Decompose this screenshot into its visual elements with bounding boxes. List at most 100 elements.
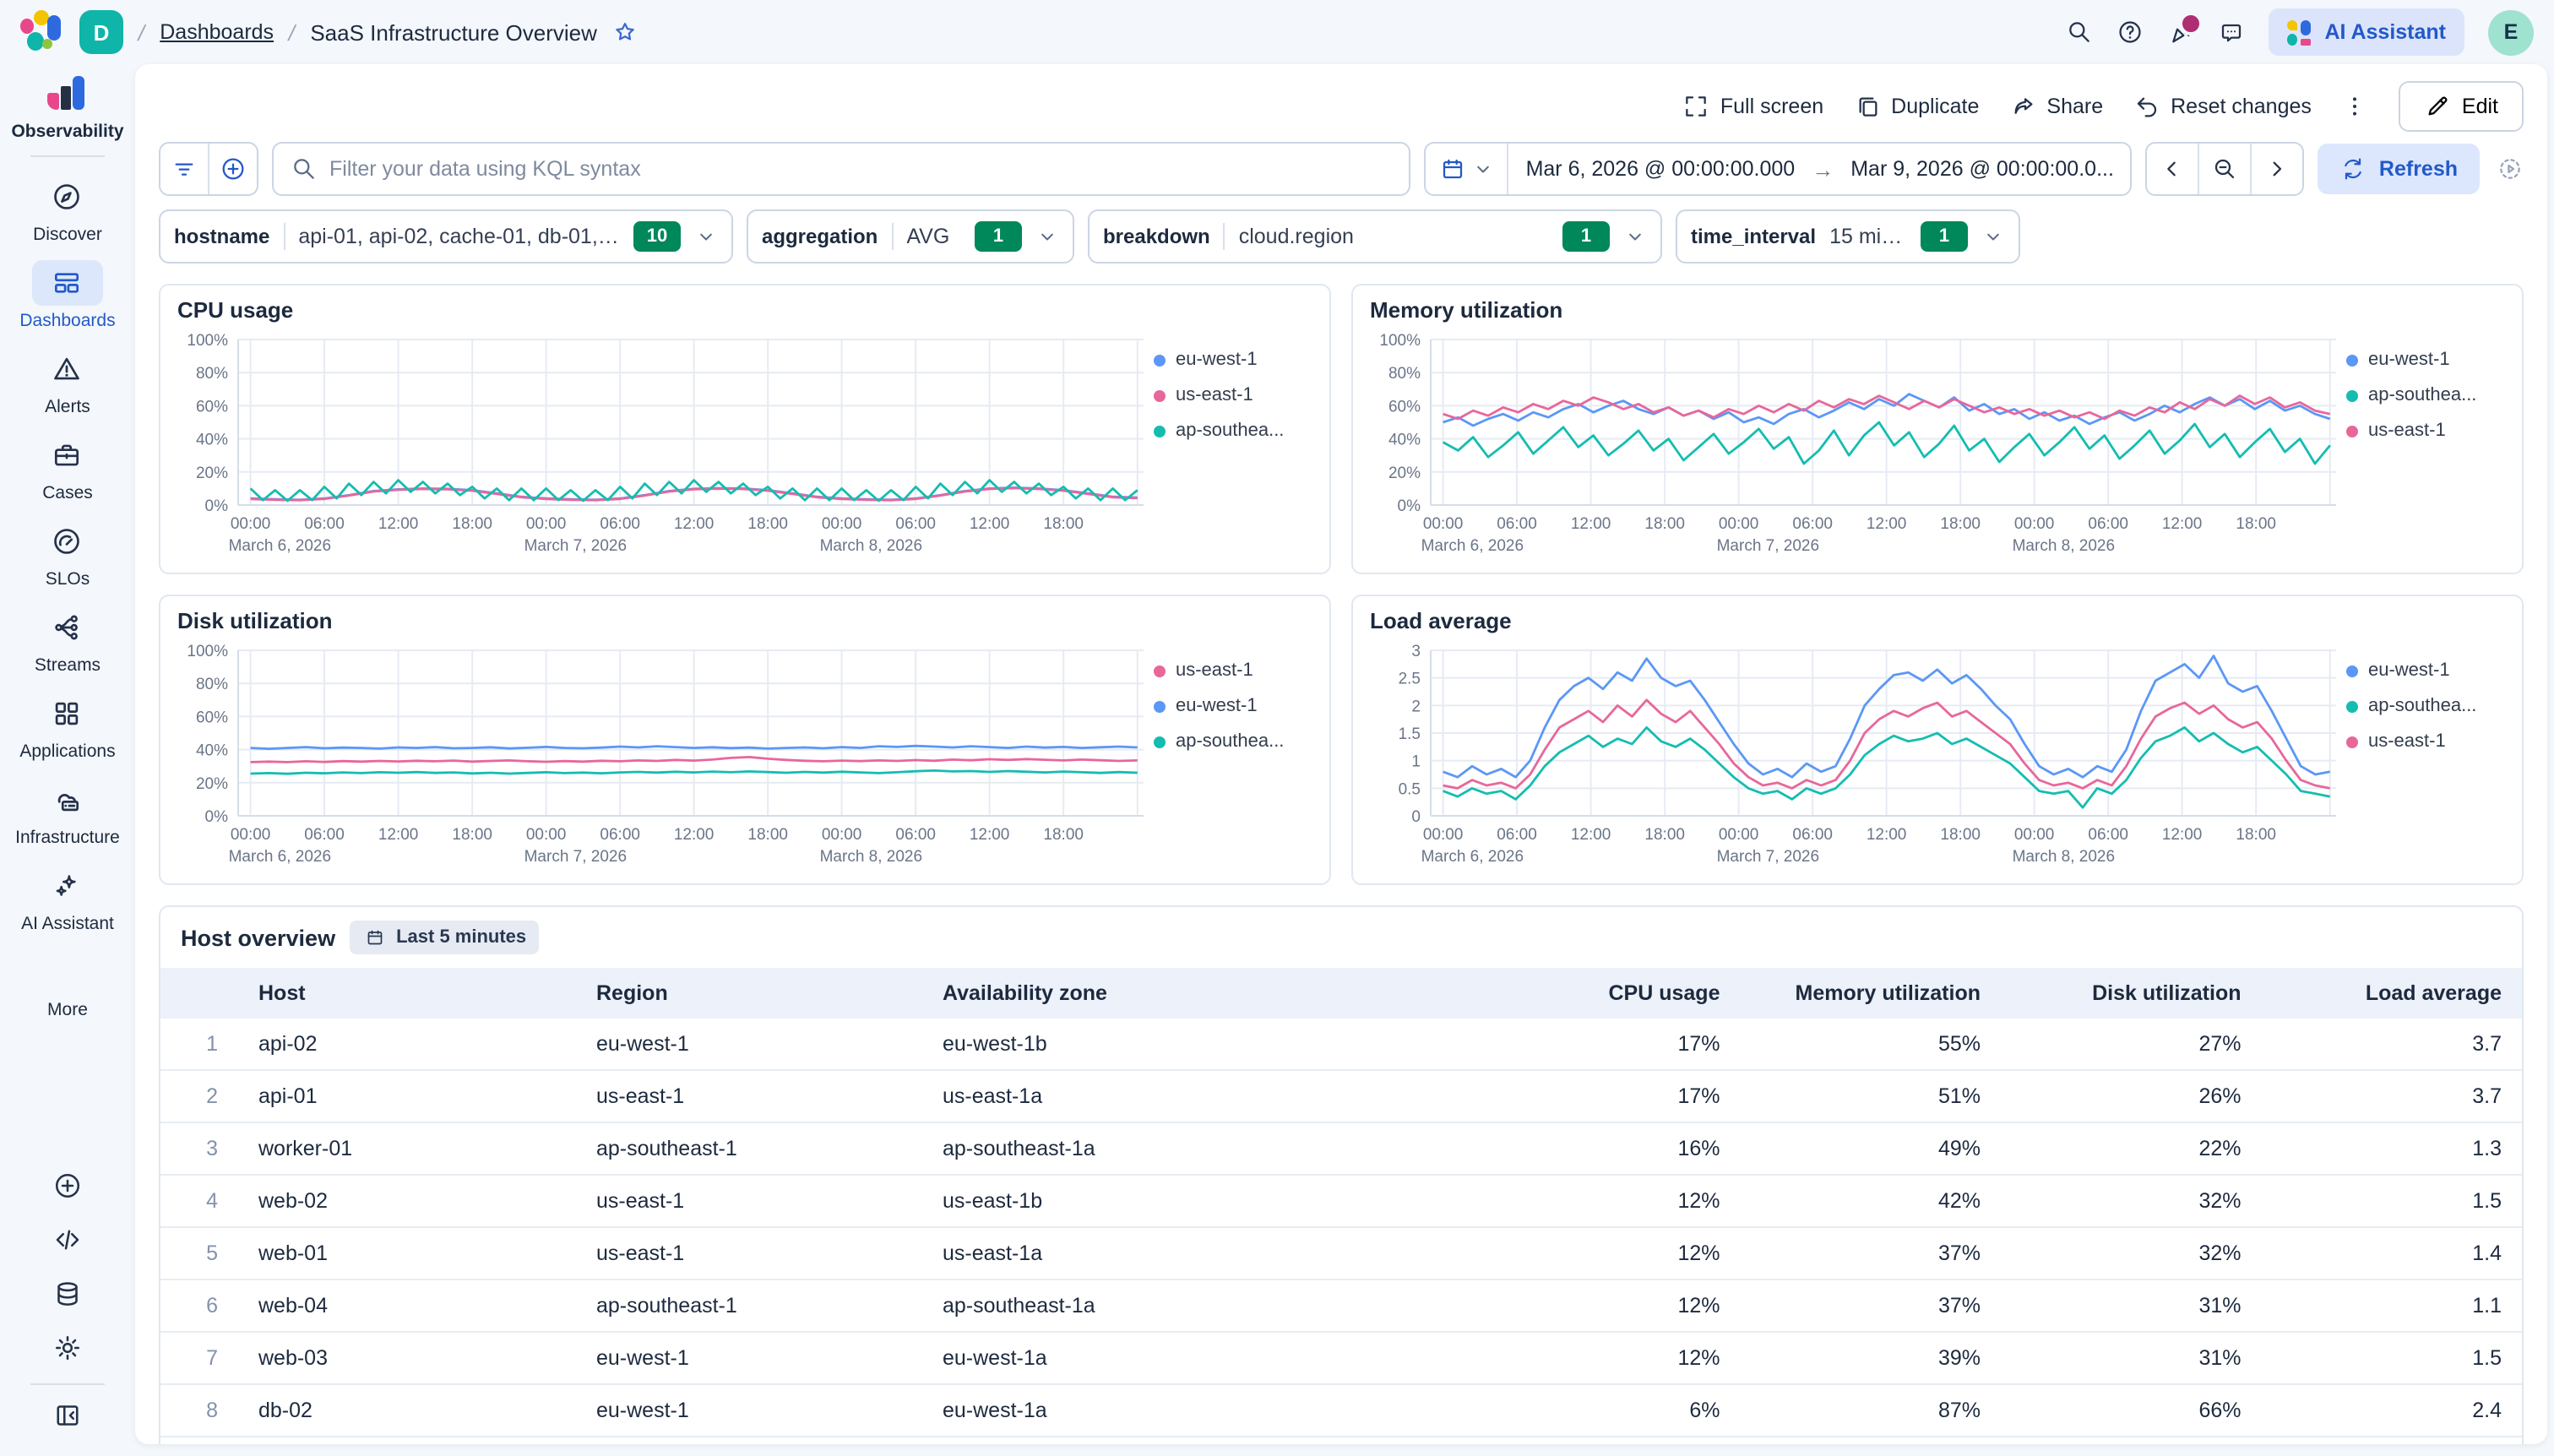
cell: 55% <box>1741 1019 2002 1070</box>
legend-dot <box>1154 389 1166 401</box>
sidebar-item-infrastructure[interactable]: Infrastructure <box>15 777 120 848</box>
table-row[interactable]: 1api-02eu-west-1eu-west-1b17%55%27%3.7 <box>160 1019 2522 1070</box>
user-avatar[interactable]: E <box>2488 9 2534 55</box>
news-icon[interactable] <box>2167 19 2194 46</box>
time-prev-icon[interactable] <box>2148 144 2198 194</box>
sidebar-item-slos[interactable]: SLOs <box>15 519 120 589</box>
breadcrumb-dashboards-link[interactable]: Dashboards <box>160 20 274 44</box>
favorite-star-icon[interactable] <box>612 19 639 46</box>
space-avatar[interactable]: D <box>79 10 123 54</box>
table-row[interactable]: 4web-02us-east-1us-east-1b12%42%32%1.5 <box>160 1175 2522 1227</box>
sidebar-item-cases[interactable]: Cases <box>15 432 120 503</box>
table-row[interactable]: 6web-04ap-southeast-1ap-southeast-1a12%3… <box>160 1279 2522 1332</box>
table-row[interactable]: 5web-01us-east-1us-east-1a12%37%32%1.4 <box>160 1227 2522 1279</box>
legend-item[interactable]: eu-west-1 <box>1154 696 1309 716</box>
cell: 1.5 <box>2262 1175 2523 1227</box>
sidebar-item-more[interactable]: More <box>15 949 120 1020</box>
disk-utilization-chart[interactable]: 0%20%40%60%80%100%00:0006:0012:0018:0000… <box>177 640 1312 880</box>
calendar-menu-button[interactable] <box>1440 155 1508 182</box>
cpu-usage-chart[interactable]: 0%20%40%60%80%100%00:0006:0012:0018:0000… <box>177 329 1312 569</box>
charts-grid: CPU usage 0%20%40%60%80%100%00:0006:0012… <box>159 284 2524 885</box>
ai-assistant-button[interactable]: AI Assistant <box>2269 8 2464 56</box>
control-breakdown[interactable]: breakdown cloud.region 1 <box>1088 209 1662 263</box>
refresh-button[interactable]: Refresh <box>2318 144 2480 194</box>
sidebar-item-discover[interactable]: Discover <box>15 174 120 245</box>
memory-utilization-chart[interactable]: 0%20%40%60%80%100%00:0006:0012:0018:0000… <box>1370 329 2505 569</box>
svg-text:06:00: 06:00 <box>895 515 936 533</box>
legend-item[interactable]: us-east-1 <box>2346 421 2502 441</box>
sidebar-divider <box>30 155 105 157</box>
load-average-chart[interactable]: 00.511.522.5300:0006:0012:0018:0000:0006… <box>1370 640 2505 880</box>
legend-dot <box>2346 354 2358 366</box>
time-zoom-out-icon[interactable] <box>2198 144 2251 194</box>
edit-label: Edit <box>2462 95 2498 118</box>
auto-refresh-icon[interactable] <box>2497 155 2524 182</box>
row-number: 7 <box>160 1332 238 1384</box>
legend-item[interactable]: eu-west-1 <box>1154 350 1309 370</box>
sidebar-item-ai-assistant[interactable]: AI Assistant <box>15 863 120 934</box>
legend-item[interactable]: ap-southea... <box>1154 731 1309 752</box>
legend-item[interactable]: ap-southea... <box>2346 385 2502 405</box>
collapse-sidebar-icon[interactable] <box>52 1400 83 1431</box>
time-next-icon[interactable] <box>2251 144 2303 194</box>
svg-text:0: 0 <box>1411 808 1421 826</box>
filter-list-icon[interactable] <box>160 144 208 194</box>
kql-search-input[interactable]: Filter your data using KQL syntax <box>272 142 1411 196</box>
legend-item[interactable]: ap-southea... <box>1154 421 1309 441</box>
legend-item[interactable]: us-east-1 <box>1154 660 1309 681</box>
control-label: breakdown <box>1103 225 1210 248</box>
feedback-icon[interactable] <box>2218 19 2245 46</box>
edit-button[interactable]: Edit <box>2399 81 2524 132</box>
add-filter-icon[interactable] <box>208 144 257 194</box>
duplicate-button[interactable]: Duplicate <box>1854 93 1979 120</box>
legend-item[interactable]: eu-west-1 <box>2346 660 2502 681</box>
date-end[interactable]: Mar 9, 2026 @ 00:00:00.0... <box>1834 157 2131 181</box>
stack-management-icon[interactable] <box>52 1279 83 1309</box>
date-start[interactable]: Mar 6, 2026 @ 00:00:00.000 <box>1509 157 1812 181</box>
legend-item[interactable]: eu-west-1 <box>2346 350 2502 370</box>
search-icon[interactable] <box>2066 19 2093 46</box>
legend-label: ap-southea... <box>1176 421 1284 441</box>
legend-dot <box>1154 425 1166 437</box>
sidebar-item-applications[interactable]: Applications <box>15 691 120 762</box>
more-options-icon[interactable] <box>2342 93 2369 120</box>
control-hostname[interactable]: hostname api-01, api-02, cache-01, db-01… <box>159 209 733 263</box>
sidebar-item-alerts[interactable]: Alerts <box>15 346 120 417</box>
share-button[interactable]: Share <box>2009 93 2103 120</box>
table-row[interactable]: 8db-02eu-west-1eu-west-1a6%87%66%2.4 <box>160 1384 2522 1437</box>
cell: eu-west-1a <box>922 1332 1480 1384</box>
row-number: 6 <box>160 1279 238 1332</box>
reset-changes-button[interactable]: Reset changes <box>2133 93 2312 120</box>
legend-item[interactable]: us-east-1 <box>1154 385 1309 405</box>
table-row[interactable]: 2api-01us-east-1us-east-1a17%51%26%3.7 <box>160 1070 2522 1122</box>
dev-tools-icon[interactable] <box>52 1225 83 1255</box>
cell: 37% <box>1741 1279 2002 1332</box>
control-time-interval[interactable]: time_interval 15 minutes 1 <box>1676 209 2020 263</box>
legend-dot <box>1154 700 1166 712</box>
sidebar-item-streams[interactable]: Streams <box>15 605 120 676</box>
elastic-logo-icon[interactable] <box>20 10 64 54</box>
svg-text:March 6, 2026: March 6, 2026 <box>1421 848 1524 866</box>
fullscreen-icon <box>1683 93 1710 120</box>
table-row[interactable]: 9db-01us-east-1us-east-1b6%86%66%2.6 <box>160 1437 2522 1444</box>
table-row[interactable]: 3worker-01ap-southeast-1ap-southeast-1a1… <box>160 1122 2522 1175</box>
table-row[interactable]: 7web-03eu-west-1eu-west-1a12%39%31%1.5 <box>160 1332 2522 1384</box>
cell: 12% <box>1480 1279 1741 1332</box>
settings-gear-icon[interactable] <box>52 1333 83 1363</box>
svg-text:00:00: 00:00 <box>1423 515 1464 533</box>
column-header: Region <box>576 968 922 1019</box>
svg-text:80%: 80% <box>1388 365 1421 383</box>
add-integrations-icon[interactable] <box>52 1171 83 1201</box>
full-screen-button[interactable]: Full screen <box>1683 93 1823 120</box>
legend-dot <box>1154 354 1166 366</box>
legend-item[interactable]: ap-southea... <box>2346 696 2502 716</box>
filter-button-group <box>159 142 258 196</box>
help-icon[interactable] <box>2117 19 2144 46</box>
cell: ap-southeast-1a <box>922 1279 1480 1332</box>
time-range-badge[interactable]: Last 5 minutes <box>349 921 538 954</box>
control-count-badge: 10 <box>633 221 681 252</box>
control-aggregation[interactable]: aggregation AVG 1 <box>747 209 1074 263</box>
legend-label: us-east-1 <box>2368 421 2446 441</box>
legend-item[interactable]: us-east-1 <box>2346 731 2502 752</box>
sidebar-item-dashboards[interactable]: Dashboards <box>15 260 120 331</box>
